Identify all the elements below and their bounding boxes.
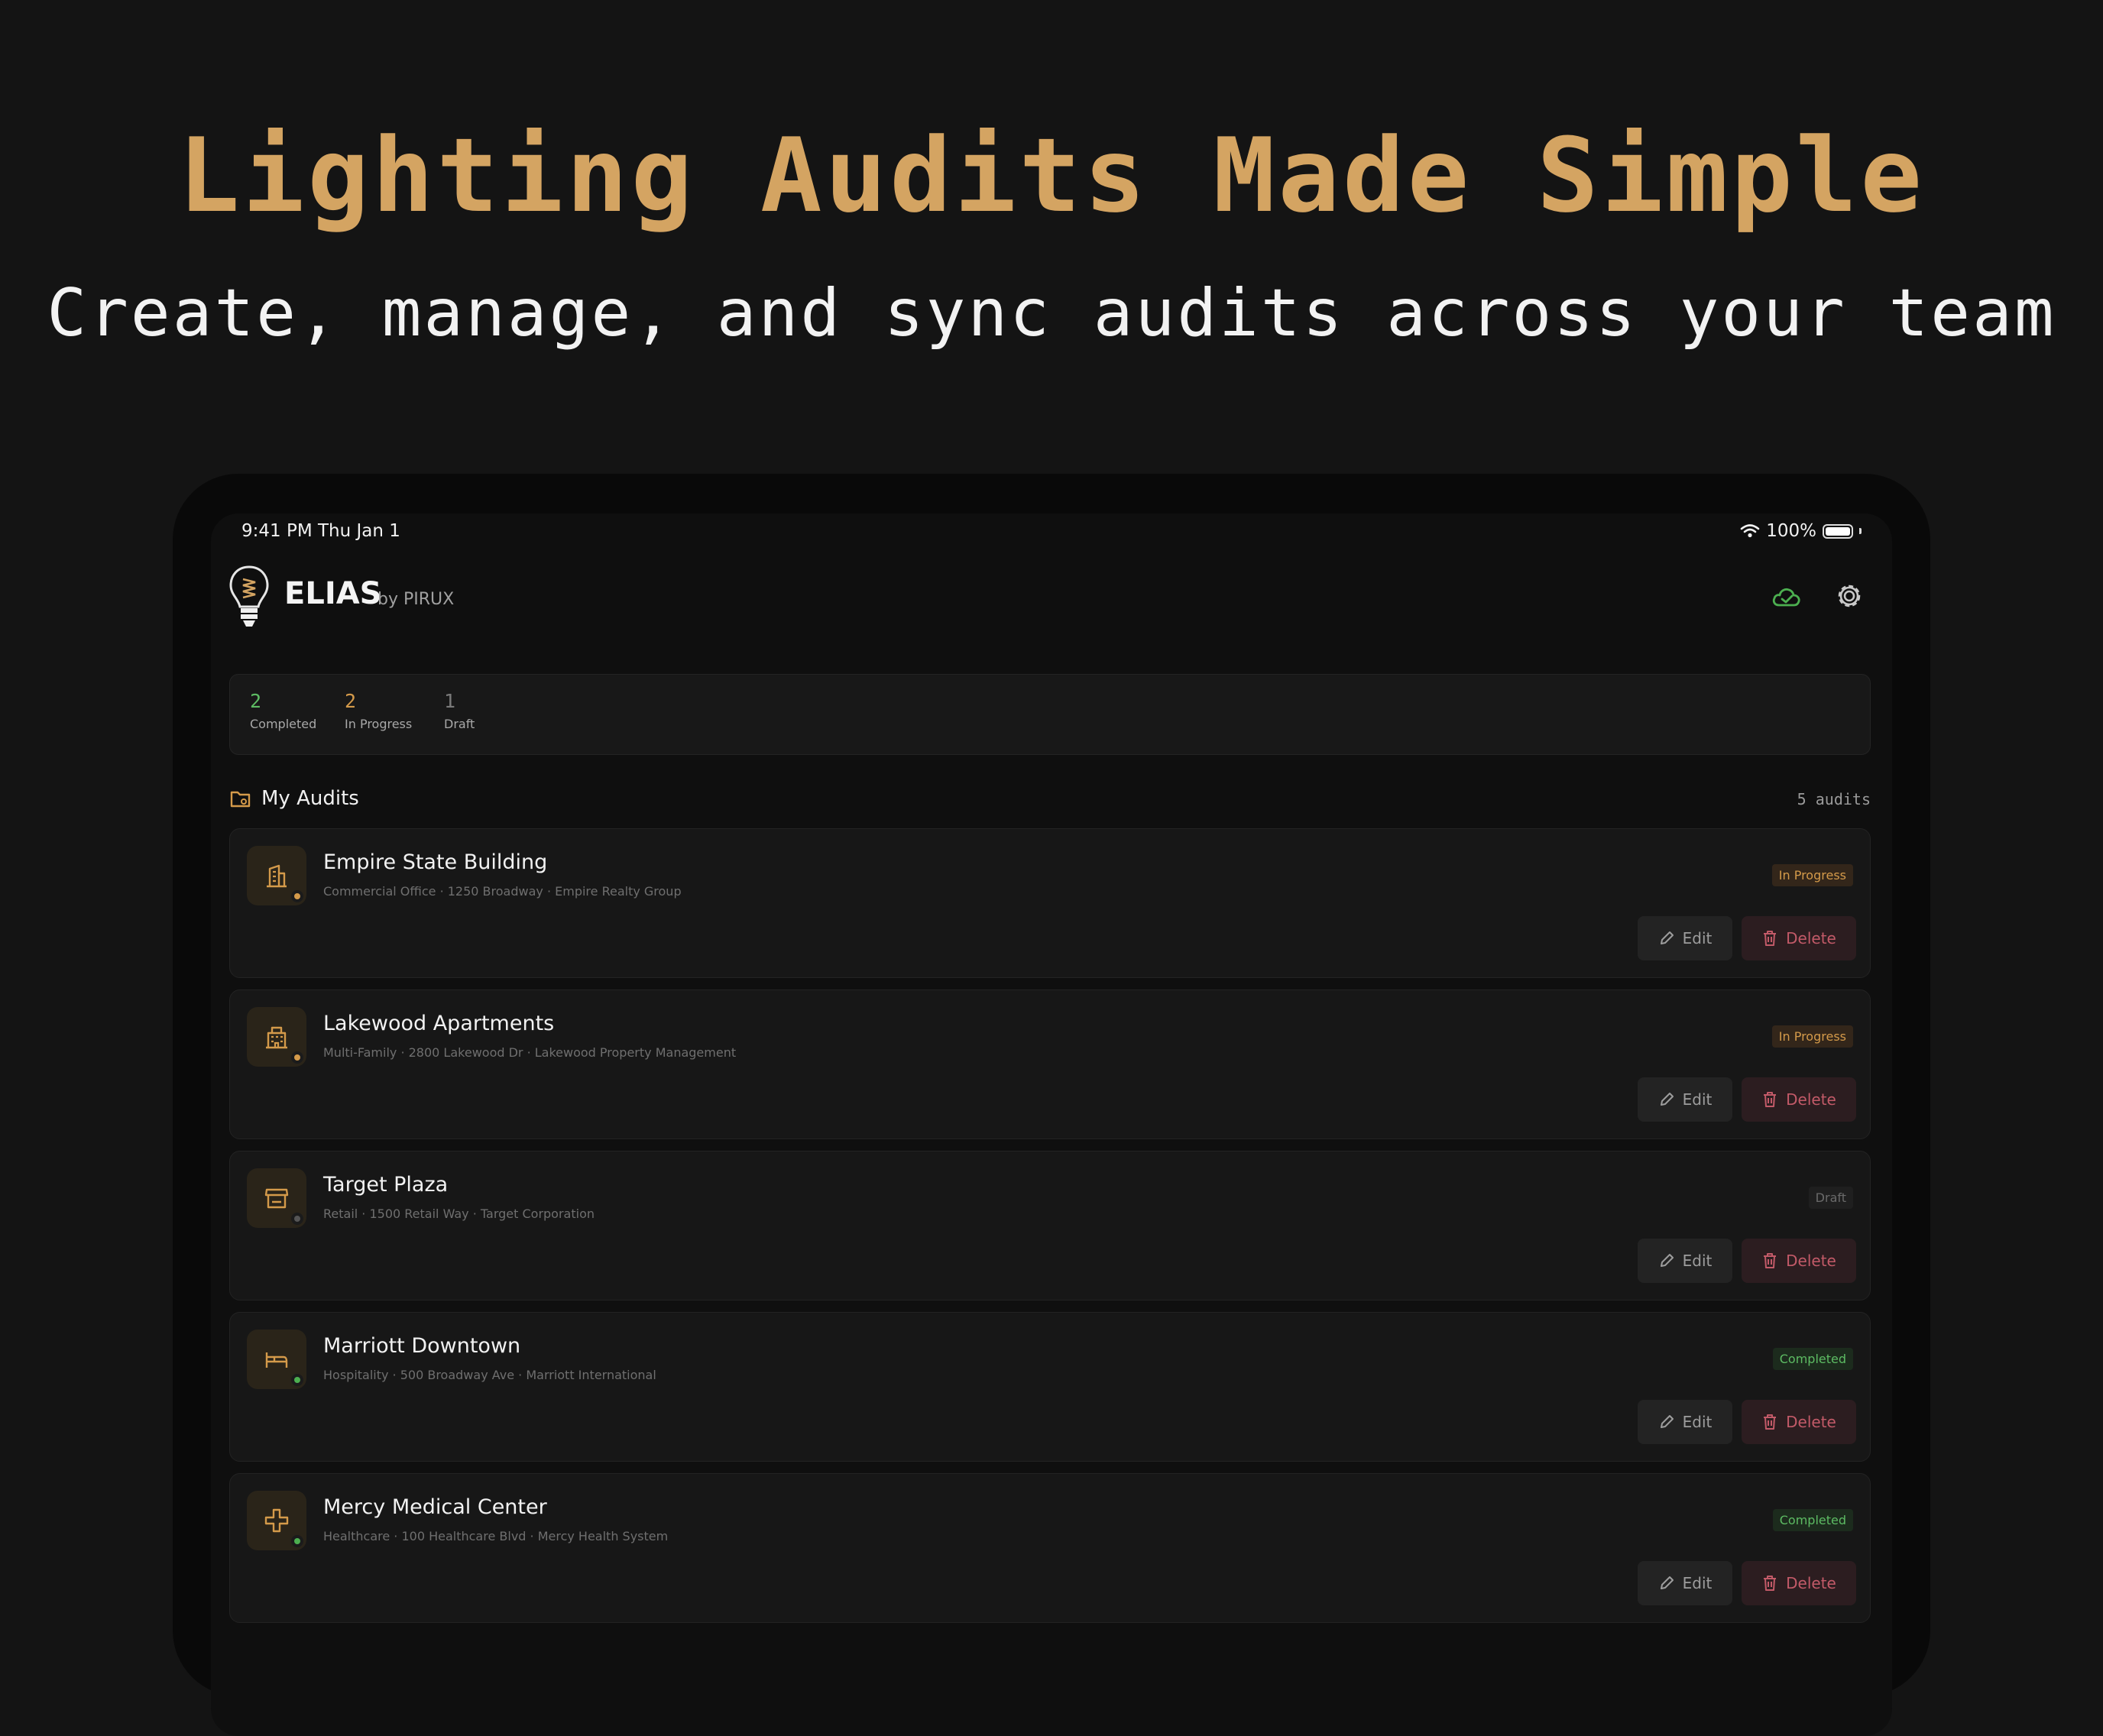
wifi-icon — [1740, 524, 1760, 538]
app-screen: 9:41 PM Thu Jan 1 100% ELIAS by PIRUX 2 … — [211, 513, 1892, 1736]
status-badge: Completed — [1772, 1509, 1853, 1531]
audit-details: Hospitality · 500 Broadway Ave · Marriot… — [323, 1368, 656, 1382]
battery-percent: 100% — [1766, 521, 1816, 541]
delete-label: Delete — [1786, 1413, 1836, 1431]
sync-status-dot — [291, 1213, 303, 1225]
my-audits-header: My Audits 5 audits — [229, 785, 1871, 816]
status-right: 100% — [1740, 521, 1862, 541]
audit-card[interactable]: Marriott Downtown Hospitality · 500 Broa… — [229, 1312, 1871, 1462]
pencil-icon — [1660, 1576, 1674, 1589]
audit-name: Empire State Building — [323, 850, 548, 874]
card-icon-tile — [247, 1168, 306, 1228]
bulb-logo-icon — [229, 565, 269, 627]
stat-draft-label: Draft — [444, 717, 475, 731]
audit-details: Commercial Office · 1250 Broadway · Empi… — [323, 884, 682, 899]
edit-button[interactable]: Edit — [1638, 1239, 1732, 1283]
status-badge: Completed — [1772, 1348, 1853, 1370]
trash-icon — [1764, 1092, 1777, 1107]
hero-title: Lighting Audits Made Simple — [177, 116, 1926, 235]
apartment-building-icon — [266, 1026, 287, 1049]
edit-label: Edit — [1682, 929, 1713, 947]
audit-details: Multi-Family · 2800 Lakewood Dr · Lakewo… — [323, 1045, 737, 1060]
sync-status-dot — [291, 890, 303, 902]
sync-status-dot — [291, 1374, 303, 1386]
pencil-icon — [1660, 1254, 1674, 1267]
delete-button[interactable]: Delete — [1742, 916, 1856, 960]
edit-button[interactable]: Edit — [1638, 916, 1732, 960]
edit-label: Edit — [1682, 1413, 1713, 1431]
pencil-icon — [1660, 1093, 1674, 1106]
battery-tip — [1859, 528, 1862, 534]
store-icon — [264, 1188, 289, 1209]
folder-icon — [230, 791, 251, 808]
sync-status-dot — [291, 1051, 303, 1064]
delete-button[interactable]: Delete — [1742, 1561, 1856, 1605]
stat-draft: 1 Draft — [444, 690, 475, 731]
app-header: ELIAS by PIRUX — [211, 559, 1892, 643]
card-icon-tile — [247, 846, 306, 905]
app-name: ELIAS — [284, 576, 382, 611]
status-date: Thu Jan 1 — [318, 521, 400, 541]
audit-card[interactable]: Mercy Medical Center Healthcare · 100 He… — [229, 1473, 1871, 1623]
edit-label: Edit — [1682, 1090, 1713, 1109]
pencil-icon — [1660, 931, 1674, 944]
audit-name: Mercy Medical Center — [323, 1495, 547, 1519]
stat-draft-value: 1 — [444, 690, 456, 712]
card-icon-tile — [247, 1491, 306, 1550]
edit-label: Edit — [1682, 1252, 1713, 1270]
edit-button[interactable]: Edit — [1638, 1561, 1732, 1605]
gear-icon[interactable] — [1832, 579, 1866, 613]
audit-card[interactable]: Target Plaza Retail · 1500 Retail Way · … — [229, 1151, 1871, 1300]
audit-name: Target Plaza — [323, 1173, 449, 1197]
medical-cross-icon — [264, 1508, 289, 1533]
status-bar: 9:41 PM Thu Jan 1 100% — [211, 513, 1892, 556]
trash-icon — [1764, 931, 1777, 946]
card-icon-tile — [247, 1007, 306, 1067]
app-byline: by PIRUX — [378, 590, 455, 609]
battery-icon — [1823, 523, 1853, 539]
trash-icon — [1764, 1576, 1777, 1591]
cloud-sync-icon[interactable] — [1770, 581, 1803, 614]
stat-completed: 2 Completed — [250, 690, 316, 731]
card-icon-tile — [247, 1330, 306, 1389]
delete-label: Delete — [1786, 1090, 1836, 1109]
stat-in-progress-value: 2 — [345, 690, 357, 712]
delete-button[interactable]: Delete — [1742, 1400, 1856, 1444]
trash-icon — [1764, 1414, 1777, 1430]
status-time: 9:41 PM — [241, 521, 313, 541]
delete-label: Delete — [1786, 929, 1836, 947]
stat-in-progress-label: In Progress — [345, 717, 413, 731]
status-badge: In Progress — [1771, 864, 1853, 886]
delete-label: Delete — [1786, 1252, 1836, 1270]
section-title: My Audits — [261, 787, 359, 810]
stats-summary: 2 Completed 2 In Progress 1 Draft — [229, 674, 1871, 755]
stat-completed-label: Completed — [250, 717, 317, 731]
status-badge: Draft — [1808, 1187, 1853, 1209]
audit-details: Retail · 1500 Retail Way · Target Corpor… — [323, 1206, 595, 1221]
audit-details: Healthcare · 100 Healthcare Blvd · Mercy… — [323, 1529, 669, 1543]
audit-name: Lakewood Apartments — [323, 1012, 555, 1035]
office-building-icon — [267, 864, 287, 888]
audit-card[interactable]: Empire State Building Commercial Office … — [229, 828, 1871, 978]
edit-button[interactable]: Edit — [1638, 1400, 1732, 1444]
edit-button[interactable]: Edit — [1638, 1077, 1732, 1122]
status-badge: In Progress — [1771, 1025, 1853, 1048]
bed-icon — [265, 1352, 288, 1368]
audit-card[interactable]: Lakewood Apartments Multi-Family · 2800 … — [229, 989, 1871, 1139]
hero-subtitle: Create, manage, and sync audits across y… — [47, 275, 2056, 351]
pencil-icon — [1660, 1415, 1674, 1428]
sync-status-dot — [291, 1535, 303, 1547]
audit-count: 5 audits — [1797, 790, 1871, 808]
delete-button[interactable]: Delete — [1742, 1239, 1856, 1283]
tablet-frame: 9:41 PM Thu Jan 1 100% ELIAS by PIRUX 2 … — [173, 474, 1930, 1736]
audit-name: Marriott Downtown — [323, 1334, 521, 1358]
stat-completed-value: 2 — [250, 690, 262, 712]
delete-button[interactable]: Delete — [1742, 1077, 1856, 1122]
trash-icon — [1764, 1253, 1777, 1268]
stat-in-progress: 2 In Progress — [345, 690, 412, 731]
